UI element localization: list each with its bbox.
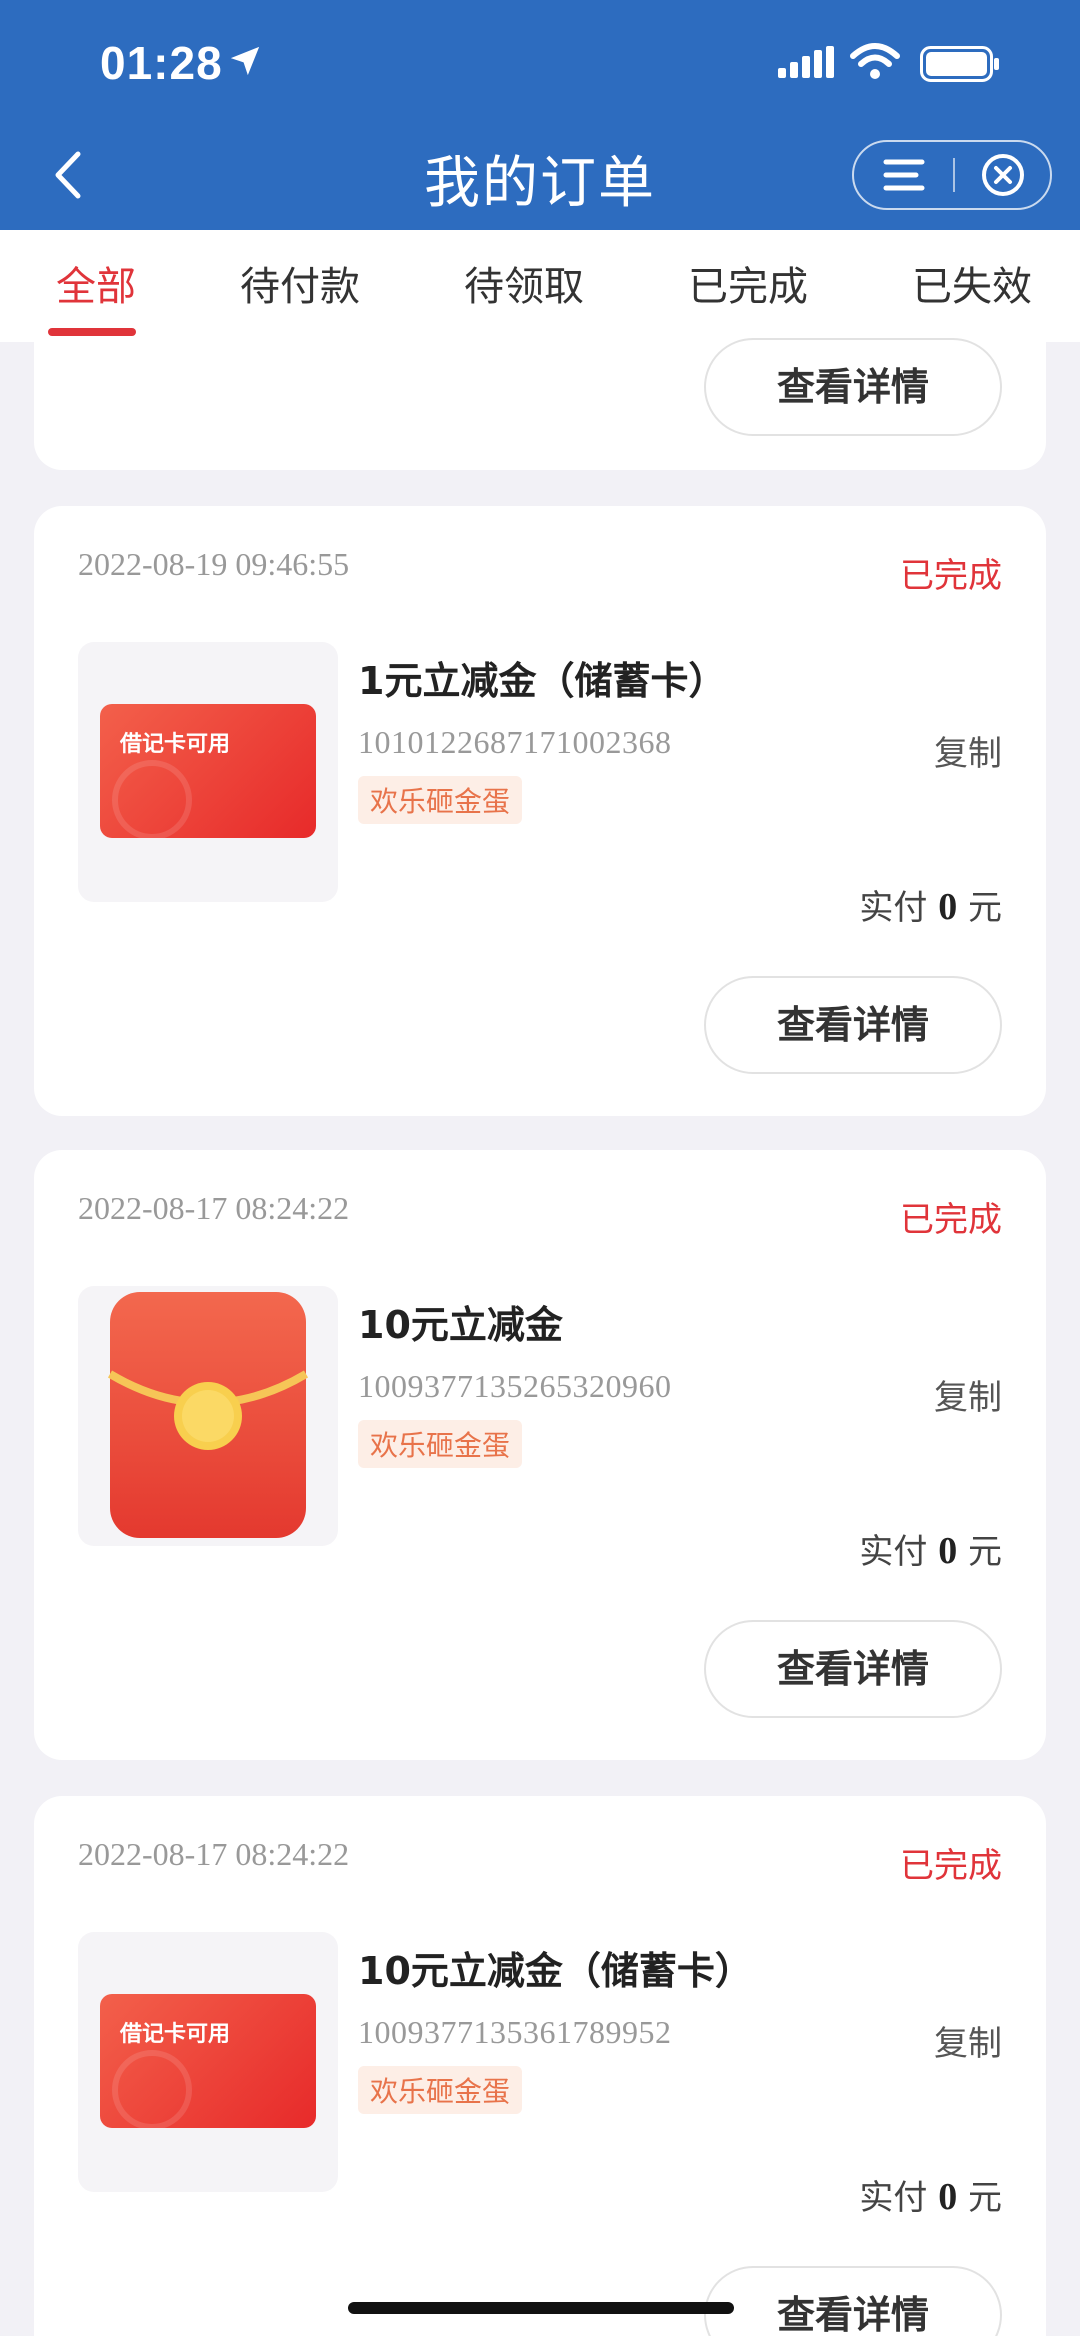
menu-icon xyxy=(883,159,925,191)
card-swirl-decoration xyxy=(112,2050,192,2130)
activity-tag: 欢乐砸金蛋 xyxy=(358,2066,523,2114)
active-tab-indicator xyxy=(48,328,136,336)
copy-button[interactable]: 复制 xyxy=(934,2016,1002,2065)
paid-label: 实付 xyxy=(859,2178,928,2218)
product-thumbnail: 借记卡可用 xyxy=(78,1932,338,2192)
product-name: 10元立减金 xyxy=(358,1303,563,1347)
mini-program-capsule xyxy=(852,140,1052,210)
order-status: 已完成 xyxy=(900,556,1002,596)
paid-unit: 元 xyxy=(968,888,1002,928)
debit-card-label: 借记卡可用 xyxy=(120,2022,231,2047)
debit-card-image: 借记卡可用 xyxy=(100,1994,316,2130)
debit-card-label: 借记卡可用 xyxy=(120,732,231,757)
tab-expired[interactable]: 已失效 xyxy=(912,254,1032,312)
red-envelope-icon xyxy=(107,1292,309,1538)
signal-icon xyxy=(778,46,834,78)
product-name: 1元立减金（储蓄卡） xyxy=(358,659,727,703)
order-timestamp: 2022-08-19 09:46:55 xyxy=(78,546,350,582)
paid-value: 0 xyxy=(938,1530,958,1572)
order-card: 2022-08-17 08:24:22 已完成 10元立减金 100937713… xyxy=(34,1150,1046,1760)
close-circle-icon xyxy=(982,154,1024,196)
view-details-button[interactable]: 查看详情 xyxy=(704,1620,1002,1718)
paid-amount: 实付 0 元 xyxy=(859,2170,1002,2219)
order-timestamp: 2022-08-17 08:24:22 xyxy=(78,1190,350,1226)
tab-pending-payment[interactable]: 待付款 xyxy=(240,254,360,312)
activity-tag: 欢乐砸金蛋 xyxy=(358,1420,523,1468)
tab-completed[interactable]: 已完成 xyxy=(688,254,808,312)
order-tabs: 全部 待付款 待领取 已完成 已失效 xyxy=(0,230,1080,342)
tab-all[interactable]: 全部 xyxy=(56,254,136,312)
order-card: 2022-08-17 08:24:22 已完成 借记卡可用 10元立减金（储蓄卡… xyxy=(34,1796,1046,2336)
product-thumbnail xyxy=(78,1286,338,1546)
paid-label: 实付 xyxy=(859,1532,928,1572)
battery-icon xyxy=(920,46,999,82)
tab-pending-claim[interactable]: 待领取 xyxy=(464,254,584,312)
paid-amount: 实付 0 元 xyxy=(859,1524,1002,1573)
paid-value: 0 xyxy=(938,886,958,928)
paid-unit: 元 xyxy=(968,1532,1002,1572)
status-time: 01:28 xyxy=(100,37,223,89)
view-details-button[interactable]: 查看详情 xyxy=(704,2266,1002,2336)
paid-value: 0 xyxy=(938,2176,958,2218)
paid-amount: 实付 0 元 xyxy=(859,880,1002,929)
paid-unit: 元 xyxy=(968,2178,1002,2218)
app-root: 01:28 我的订单 全部 待付款 待领取 已完成 已失效 查看详情 2022-… xyxy=(0,0,1080,2336)
order-number: 1010122687171002368 xyxy=(358,724,672,760)
view-details-button[interactable]: 查看详情 xyxy=(704,976,1002,1074)
order-status: 已完成 xyxy=(900,1200,1002,1240)
activity-tag: 欢乐砸金蛋 xyxy=(358,776,523,824)
order-number: 1009377135265320960 xyxy=(358,1368,672,1404)
order-number: 1009377135361789952 xyxy=(358,2014,672,2050)
view-details-button[interactable]: 查看详情 xyxy=(704,338,1002,436)
order-card-partial: 查看详情 xyxy=(34,338,1046,470)
order-card: 2022-08-19 09:46:55 已完成 借记卡可用 1元立减金（储蓄卡）… xyxy=(34,506,1046,1116)
order-timestamp: 2022-08-17 08:24:22 xyxy=(78,1836,350,1872)
debit-card-image: 借记卡可用 xyxy=(100,704,316,840)
product-name: 10元立减金（储蓄卡） xyxy=(358,1949,753,1993)
home-indicator[interactable] xyxy=(348,2302,734,2314)
wifi-icon xyxy=(850,43,900,79)
copy-button[interactable]: 复制 xyxy=(934,726,1002,775)
header-bar: 01:28 我的订单 xyxy=(0,0,1080,230)
location-arrow-icon xyxy=(230,46,260,76)
card-swirl-decoration xyxy=(112,760,192,840)
product-thumbnail: 借记卡可用 xyxy=(78,642,338,902)
order-status: 已完成 xyxy=(900,1846,1002,1886)
close-button[interactable] xyxy=(954,142,1052,208)
paid-label: 实付 xyxy=(859,888,928,928)
menu-button[interactable] xyxy=(854,142,954,208)
copy-button[interactable]: 复制 xyxy=(934,1370,1002,1419)
